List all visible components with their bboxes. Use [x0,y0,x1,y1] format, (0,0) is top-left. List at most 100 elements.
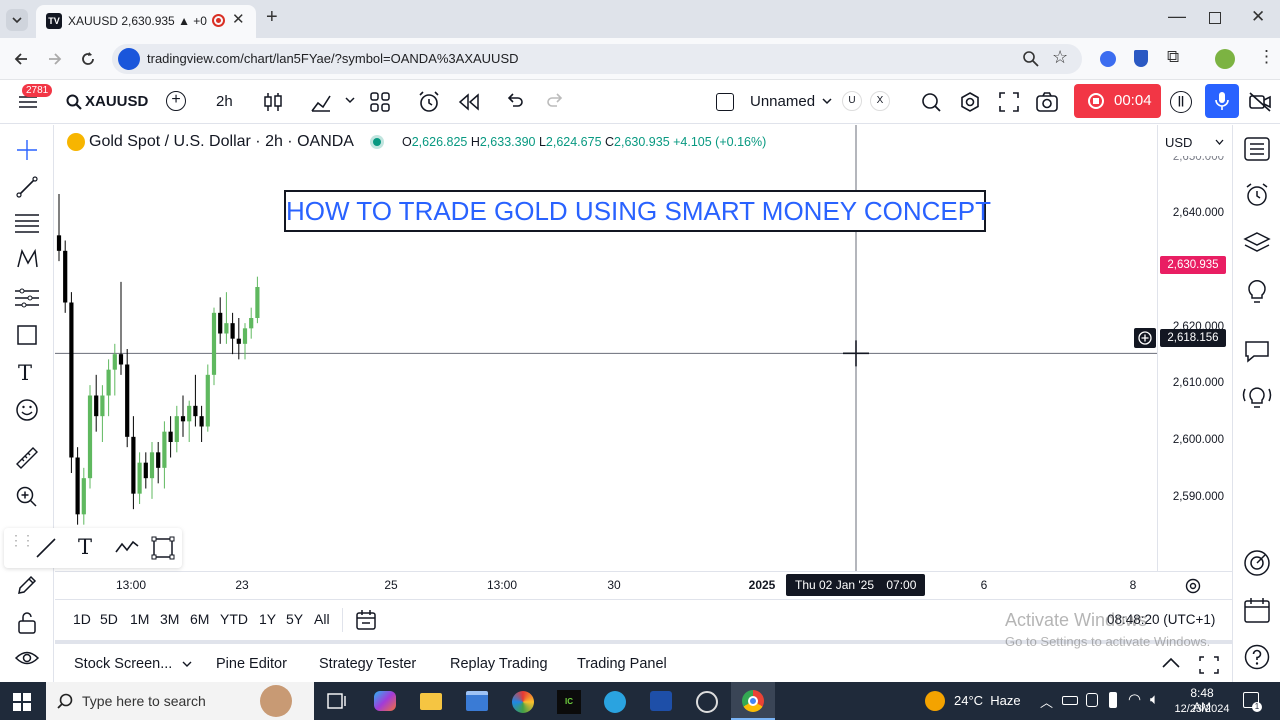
new-tab-button[interactable]: + [266,6,278,29]
candle[interactable] [94,374,99,432]
back-arrow-icon[interactable] [12,50,30,68]
forward-arrow-icon[interactable] [46,50,64,68]
zoom-icon[interactable] [1022,50,1040,68]
tab-replay-trading[interactable]: Replay Trading [450,656,548,672]
candle[interactable] [75,447,80,525]
browser-tab[interactable]: TV XAUUSD 2,630.935 ▲ +0.2 ✕ [36,5,256,38]
layout-checkbox[interactable] [716,93,734,111]
tab-trading-panel[interactable]: Trading Panel [577,656,667,672]
battery-icon[interactable] [1062,696,1078,705]
candle[interactable] [87,385,93,489]
magnet-pencil-icon[interactable] [15,573,39,597]
collapse-panel-chevron-icon[interactable] [1161,656,1181,670]
app-icon-shield[interactable] [650,691,672,711]
range-1d[interactable]: 1D [73,611,91,627]
stock-screener-dropdown-icon[interactable] [182,661,192,668]
candle[interactable] [149,442,155,499]
lock-drawings-icon[interactable] [16,611,38,635]
notification-badge[interactable]: 2781 [22,84,53,97]
extensions-puzzle-icon[interactable]: ⧉ [1167,47,1179,67]
ruler-measure-icon[interactable] [14,445,40,471]
settings-gear-icon[interactable] [959,91,981,113]
watchlist-icon[interactable] [1244,137,1270,161]
candle[interactable] [156,442,161,484]
task-view-icon[interactable] [327,692,347,710]
indicators-icon[interactable] [310,91,332,113]
price-axis[interactable]: USD 2,650.000 2,640.000 2,620.000 2,610.… [1157,125,1232,571]
app-icon-circle[interactable] [696,691,718,713]
candle[interactable] [162,421,167,489]
broadcast-idea-icon[interactable] [1241,381,1273,409]
weather-icon[interactable] [925,691,945,711]
candle[interactable] [125,349,130,448]
trend-line-tool-icon[interactable] [15,175,39,199]
candle[interactable] [118,281,124,375]
range-1y[interactable]: 1Y [259,611,276,627]
u-button[interactable]: U [842,91,862,111]
telegram-app-icon[interactable] [604,691,626,713]
alerts-clock-icon[interactable] [1244,182,1270,208]
maximize-panel-icon[interactable] [1199,656,1219,674]
recording-button[interactable]: 00:04 [1074,84,1161,118]
screenshot-camera-icon[interactable] [1035,91,1059,113]
file-explorer-app-icon[interactable] [420,693,442,710]
tab-strategy-tester[interactable]: Strategy Tester [319,656,416,672]
minimize-button[interactable]: — [1168,6,1186,27]
shield-extension-icon[interactable] [1134,50,1148,67]
undo-icon[interactable] [506,93,524,111]
candle[interactable] [205,364,210,432]
windows-start-icon[interactable] [13,693,31,711]
candle[interactable] [193,374,198,427]
candle[interactable] [112,343,117,396]
alert-clock-icon[interactable] [417,90,441,114]
tab-stock-screener[interactable]: Stock Screen... [74,656,172,672]
help-question-icon[interactable] [1244,644,1270,670]
pattern-tool-icon[interactable] [15,247,39,271]
candle[interactable] [63,240,68,313]
range-3m[interactable]: 3M [160,611,179,627]
hotlists-target-icon[interactable] [1243,549,1271,577]
candle[interactable] [249,307,254,339]
candle[interactable] [168,416,173,458]
prediction-tool-icon[interactable] [14,286,40,310]
candle[interactable] [174,405,179,453]
candle[interactable] [224,292,229,344]
usb-icon[interactable] [1109,692,1117,708]
candles-icon[interactable] [263,91,283,113]
layout-name[interactable]: Unnamed [750,93,815,110]
calendar-icon[interactable] [1244,597,1270,623]
quick-search-icon[interactable] [920,91,942,113]
object-tree-layers-icon[interactable] [1243,231,1271,255]
replay-icon[interactable] [458,93,480,111]
show-hidden-icons-chevron[interactable]: ︿ [1040,692,1053,711]
close-window-button[interactable]: ✕ [1251,7,1265,27]
range-1m[interactable]: 1M [130,611,149,627]
range-5d[interactable]: 5D [100,611,118,627]
candle[interactable] [187,400,192,442]
tab-pine-editor[interactable]: Pine Editor [216,656,287,672]
chart-pane[interactable]: Gold Spot / U.S. Dollar · 2h · OANDA O2,… [55,125,1157,571]
close-tab-icon[interactable]: ✕ [232,10,245,28]
chat-bubble-icon[interactable] [1244,339,1270,363]
taskbar-date[interactable]: 12/23/2024 [1172,703,1232,715]
title-annotation-box[interactable]: HOW TO TRADE GOLD USING SMART MONEY CONC… [284,190,991,232]
chrome-app-active[interactable] [731,682,775,720]
candle[interactable] [69,292,74,473]
drag-handle-icon[interactable]: ⋮⋮ [9,533,35,547]
indicators-dropdown-icon[interactable] [345,97,355,105]
network-icon[interactable] [1086,693,1098,707]
maximize-button[interactable] [1209,12,1221,24]
bookmark-star-icon[interactable]: ☆ [1052,47,1068,68]
fullscreen-icon[interactable] [999,92,1019,112]
hide-drawings-eye-icon[interactable] [14,647,40,669]
app-icon-colorful[interactable] [512,691,534,713]
candle[interactable] [137,452,142,504]
ideas-lightbulb-icon[interactable] [1245,277,1269,305]
go-to-date-calendar-icon[interactable] [355,609,377,631]
candle[interactable] [180,395,186,437]
floating-rectangle-tool-icon[interactable] [150,535,176,561]
candle[interactable] [56,194,62,262]
candle[interactable] [242,323,248,360]
zoom-in-icon[interactable] [15,485,39,509]
layout-grid-icon[interactable] [370,92,390,112]
